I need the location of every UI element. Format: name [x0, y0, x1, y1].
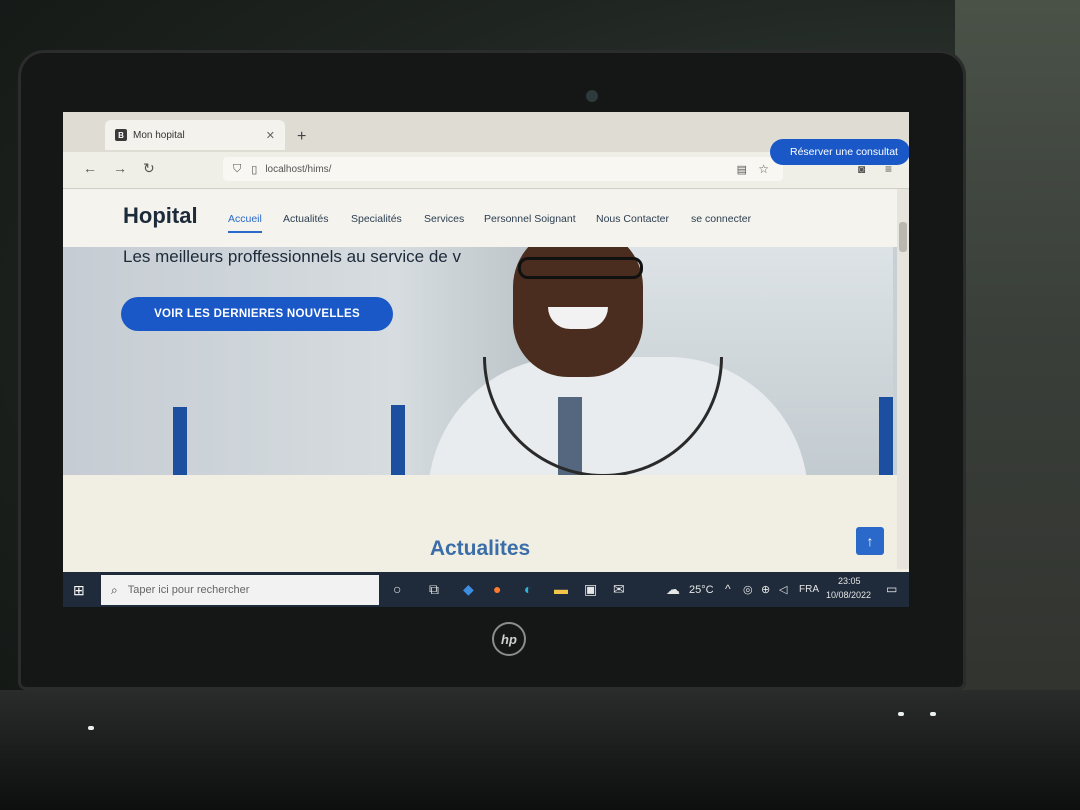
close-tab-icon[interactable]: ✕ — [266, 129, 275, 142]
edge-icon[interactable]: ◐ — [524, 581, 532, 597]
network-icon[interactable]: ◎ — [743, 583, 753, 596]
nav-link-personnel-soignant[interactable]: Personnel Soignant — [484, 213, 576, 225]
nav-link-se-connecter[interactable]: se connecter — [691, 213, 751, 225]
windows-icon[interactable]: ⊞ — [73, 582, 85, 599]
star-icon[interactable]: ☆ — [758, 162, 769, 176]
language-indicator[interactable]: FRA — [799, 584, 819, 595]
nav-link-accueil[interactable]: Accueil — [228, 213, 262, 233]
reader-icon[interactable]: ▤ — [737, 163, 747, 176]
clock-time[interactable]: 23:05 — [838, 576, 861, 586]
nav-link-services[interactable]: Services — [424, 213, 464, 225]
task-view-icon[interactable]: ⧉ — [429, 581, 439, 598]
favicon-icon: B — [115, 129, 127, 141]
search-icon: ⌕ — [111, 582, 118, 597]
laptop-screen: B Mon hopital ✕ + — ☐ ✕ ← → ↻ ⛉ ▯ localh… — [63, 112, 909, 607]
clock-date[interactable]: 10/08/2022 — [826, 590, 871, 600]
vscode-icon[interactable]: ◆ — [463, 581, 474, 598]
forward-icon[interactable]: → — [113, 160, 127, 176]
tab-title: Mon hopital — [133, 129, 185, 141]
shield-icon: ⛉ — [233, 162, 242, 175]
hp-logo: hp — [492, 622, 526, 656]
explorer-icon[interactable]: ▬ — [554, 581, 568, 597]
doctor-image-glasses — [518, 257, 643, 279]
store-icon[interactable]: ▣ — [584, 581, 597, 598]
arrow-up-icon[interactable]: ↑ — [856, 527, 884, 555]
site-brand[interactable]: Hopital — [123, 203, 198, 229]
status-led — [898, 712, 904, 716]
site-header: Hopital Accueil Actualités Specialités S… — [63, 189, 897, 247]
nav-link-nous-contacter[interactable]: Nous Contacter — [596, 213, 669, 225]
mail-icon[interactable]: ✉ — [613, 581, 625, 598]
page-icon: ▯ — [251, 163, 258, 176]
windows-taskbar: ⊞ ⌕ Taper ici pour rechercher ○ ⧉ ◆ ● ◐ … — [63, 572, 909, 607]
back-icon[interactable]: ← — [83, 160, 97, 176]
webcam — [586, 90, 598, 102]
volume-icon[interactable]: ◁ — [779, 583, 787, 596]
nav-link-actualites[interactable]: Actualités — [283, 213, 329, 225]
hero-decoration — [879, 397, 893, 475]
hero-decoration — [391, 405, 405, 475]
taskbar-search-input[interactable]: ⌕ Taper ici pour rechercher — [101, 575, 379, 605]
reload-icon[interactable]: ↻ — [143, 160, 155, 177]
globe-icon[interactable]: ⊕ — [761, 583, 770, 596]
cortana-icon[interactable]: ○ — [393, 581, 401, 597]
firefox-icon[interactable]: ● — [493, 581, 501, 597]
url-text: localhost/hims/ — [265, 163, 332, 175]
section-title: Actualites — [429, 537, 531, 560]
status-led — [88, 726, 94, 730]
taskbar-search-placeholder: Taper ici pour rechercher — [127, 584, 250, 596]
status-led — [930, 712, 936, 716]
scrollbar-thumb[interactable] — [899, 222, 907, 252]
browser-tab[interactable]: B Mon hopital ✕ — [105, 120, 285, 150]
background-wall — [955, 0, 1080, 810]
latest-news-button[interactable]: VOIR LES DERNIERES NOUVELLES — [121, 297, 393, 331]
reserve-consultation-button[interactable]: Réserver une consultat — [770, 139, 909, 165]
cloud-icon[interactable]: ☁ — [666, 581, 680, 598]
chevron-up-icon[interactable]: ^ — [725, 582, 731, 596]
hero-decoration — [173, 407, 187, 475]
weather-temperature[interactable]: 25°C — [689, 584, 714, 596]
hero-tagline: Les meilleurs proffessionnels au service… — [123, 247, 461, 266]
notification-icon[interactable]: ▭ — [886, 582, 897, 596]
nav-link-specialites[interactable]: Specialités — [351, 213, 402, 225]
laptop-keyboard-base — [0, 690, 1080, 810]
url-bar[interactable]: ⛉ ▯ localhost/hims/ ▤ ☆ — [223, 157, 783, 181]
hero-banner: Les meilleurs proffessionnels au service… — [63, 247, 897, 475]
new-tab-icon[interactable]: + — [297, 128, 306, 146]
